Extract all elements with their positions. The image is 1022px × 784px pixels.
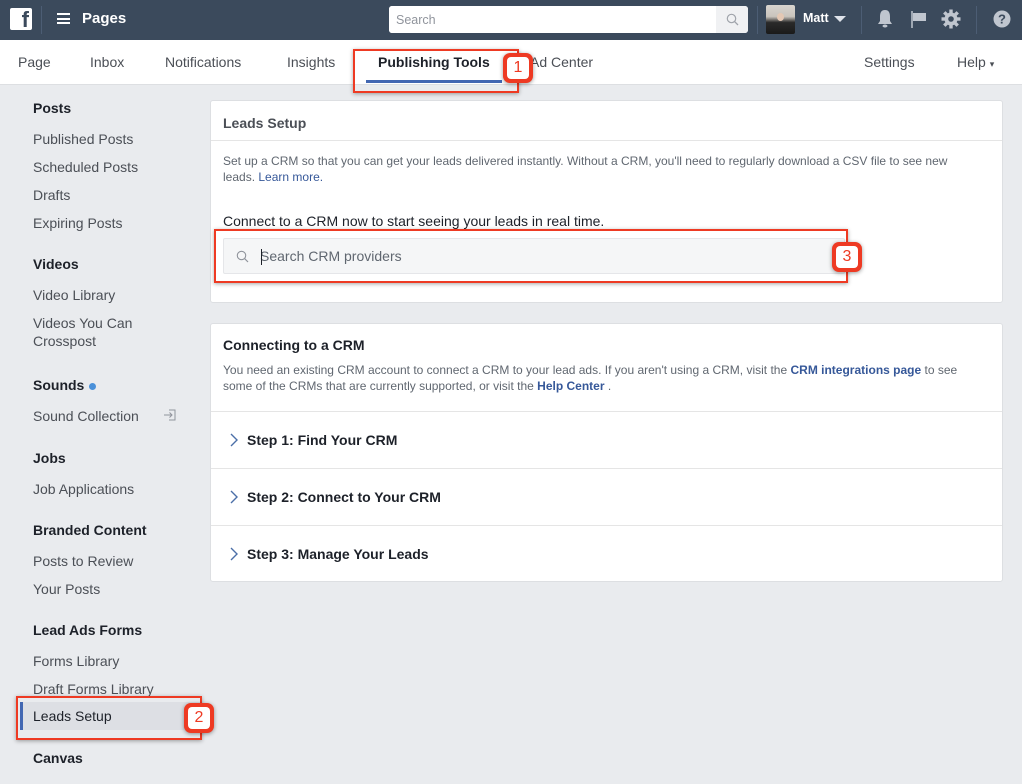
badge-number: 2 (188, 707, 210, 729)
account-dropdown-caret-icon[interactable] (834, 16, 846, 22)
sidebar-item-job-applications[interactable]: Job Applications (33, 480, 134, 498)
sidebar-item-sound-collection[interactable]: Sound Collection (33, 407, 139, 425)
card-title: Connecting to a CRM (223, 337, 365, 353)
global-search (389, 6, 748, 33)
badge-number: 1 (507, 57, 529, 79)
description-text: . (607, 379, 612, 393)
sidebar-heading-lead-ads-forms: Lead Ads Forms (33, 622, 143, 638)
help-dropdown[interactable]: Help ▾ (957, 40, 994, 85)
search-icon (726, 13, 738, 26)
connecting-to-crm-card: Connecting to a CRM You need an existing… (210, 323, 1003, 582)
sidebar-item-scheduled-posts[interactable]: Scheduled Posts (33, 158, 138, 176)
flag-icon (911, 11, 926, 28)
hamburger-icon[interactable] (57, 13, 70, 24)
flag-button[interactable] (908, 8, 930, 30)
app-title[interactable]: Pages (82, 10, 126, 27)
tab-insights[interactable]: Insights (287, 40, 335, 85)
divider (976, 6, 977, 34)
leads-setup-card: Leads Setup Set up a CRM so that you can… (210, 100, 1003, 303)
annotation-badge-1: 1 (503, 53, 533, 83)
connect-crm-prompt: Connect to a CRM now to start seeing you… (223, 213, 605, 229)
user-name[interactable]: Matt (803, 11, 829, 25)
crm-integrations-link[interactable]: CRM integrations page (790, 363, 921, 377)
top-bar: f Pages Matt ? (0, 0, 1022, 40)
text-cursor (261, 249, 262, 265)
crm-search-field (223, 238, 845, 274)
divider (211, 140, 1002, 141)
sidebar-item-published-posts[interactable]: Published Posts (33, 130, 133, 148)
learn-more-link[interactable]: Learn more. (258, 170, 323, 184)
chevron-down-icon: ▾ (989, 59, 995, 69)
card-title: Leads Setup (223, 115, 307, 131)
sidebar-heading-branded-content: Branded Content (33, 522, 147, 538)
tab-notifications[interactable]: Notifications (165, 40, 241, 85)
global-search-input[interactable] (389, 6, 715, 33)
search-icon (236, 250, 249, 263)
sidebar-heading-sounds: Sounds (33, 377, 97, 393)
step-label: Step 3: Manage Your Leads (247, 546, 429, 562)
search-button[interactable] (716, 6, 748, 33)
sidebar-heading-jobs: Jobs (33, 450, 66, 466)
crm-search-input[interactable] (260, 239, 830, 273)
sidebar-item-drafts[interactable]: Drafts (33, 186, 70, 204)
avatar[interactable] (766, 5, 795, 34)
help-button[interactable]: ? (991, 8, 1013, 30)
sidebar-item-videos-you-can-crosspost[interactable]: Videos You Can Crosspost (33, 314, 132, 350)
help-center-link[interactable]: Help Center (537, 379, 604, 393)
facebook-logo-icon[interactable]: f (10, 7, 32, 32)
sidebar-item-posts-to-review[interactable]: Posts to Review (33, 552, 133, 570)
tab-settings[interactable]: Settings (864, 40, 915, 85)
divider (757, 6, 758, 34)
notifications-button[interactable] (874, 8, 896, 30)
chevron-right-icon (230, 490, 238, 504)
annotation-badge-3: 3 (832, 242, 862, 272)
tab-inbox[interactable]: Inbox (90, 40, 124, 85)
new-indicator-dot-icon (89, 382, 97, 390)
sidebar-item-forms-library[interactable]: Forms Library (33, 652, 119, 670)
bell-icon (878, 10, 892, 28)
sidebar-heading-videos: Videos (33, 256, 79, 272)
item-line: Crosspost (33, 333, 97, 349)
badge-number: 3 (836, 246, 858, 268)
help-icon: ? (993, 10, 1011, 28)
svg-text:?: ? (998, 12, 1006, 27)
settings-button[interactable] (940, 8, 962, 30)
description-text: You need an existing CRM account to conn… (223, 363, 788, 377)
step-1-accordion[interactable]: Step 1: Find Your CRM (211, 412, 1002, 468)
step-label: Step 1: Find Your CRM (247, 432, 398, 448)
annotation-badge-2: 2 (184, 703, 214, 733)
divider (861, 6, 862, 34)
sidebar-item-leads-setup[interactable]: Leads Setup (20, 702, 200, 730)
gear-icon (941, 9, 961, 29)
sidebar-item-video-library[interactable]: Video Library (33, 286, 115, 304)
sidebar-heading-canvas[interactable]: Canvas (33, 750, 83, 766)
leads-setup-description: Set up a CRM so that you can get your le… (223, 153, 982, 185)
step-2-accordion[interactable]: Step 2: Connect to Your CRM (211, 469, 1002, 525)
divider (41, 6, 42, 34)
tab-publishing-tools[interactable]: Publishing Tools (366, 40, 502, 85)
tab-ad-center[interactable]: Ad Center (530, 40, 593, 85)
item-line: Videos You Can (33, 315, 133, 331)
sidebar-heading-posts: Posts (33, 100, 72, 116)
tab-page[interactable]: Page (18, 40, 51, 85)
step-3-accordion[interactable]: Step 3: Manage Your Leads (211, 526, 1002, 582)
sidebar-item-draft-forms-library[interactable]: Draft Forms Library (33, 680, 154, 698)
connecting-description: You need an existing CRM account to conn… (223, 362, 982, 394)
sidebar-item-your-posts[interactable]: Your Posts (33, 580, 100, 598)
chevron-right-icon (230, 547, 238, 561)
heading-label: Sounds (33, 377, 85, 393)
step-label: Step 2: Connect to Your CRM (247, 489, 441, 505)
chevron-right-icon (230, 433, 238, 447)
sidebar-item-expiring-posts[interactable]: Expiring Posts (33, 214, 122, 232)
description-text: Set up a CRM so that you can get your le… (223, 154, 948, 184)
external-link-icon[interactable] (163, 408, 177, 422)
help-label: Help (957, 54, 986, 70)
